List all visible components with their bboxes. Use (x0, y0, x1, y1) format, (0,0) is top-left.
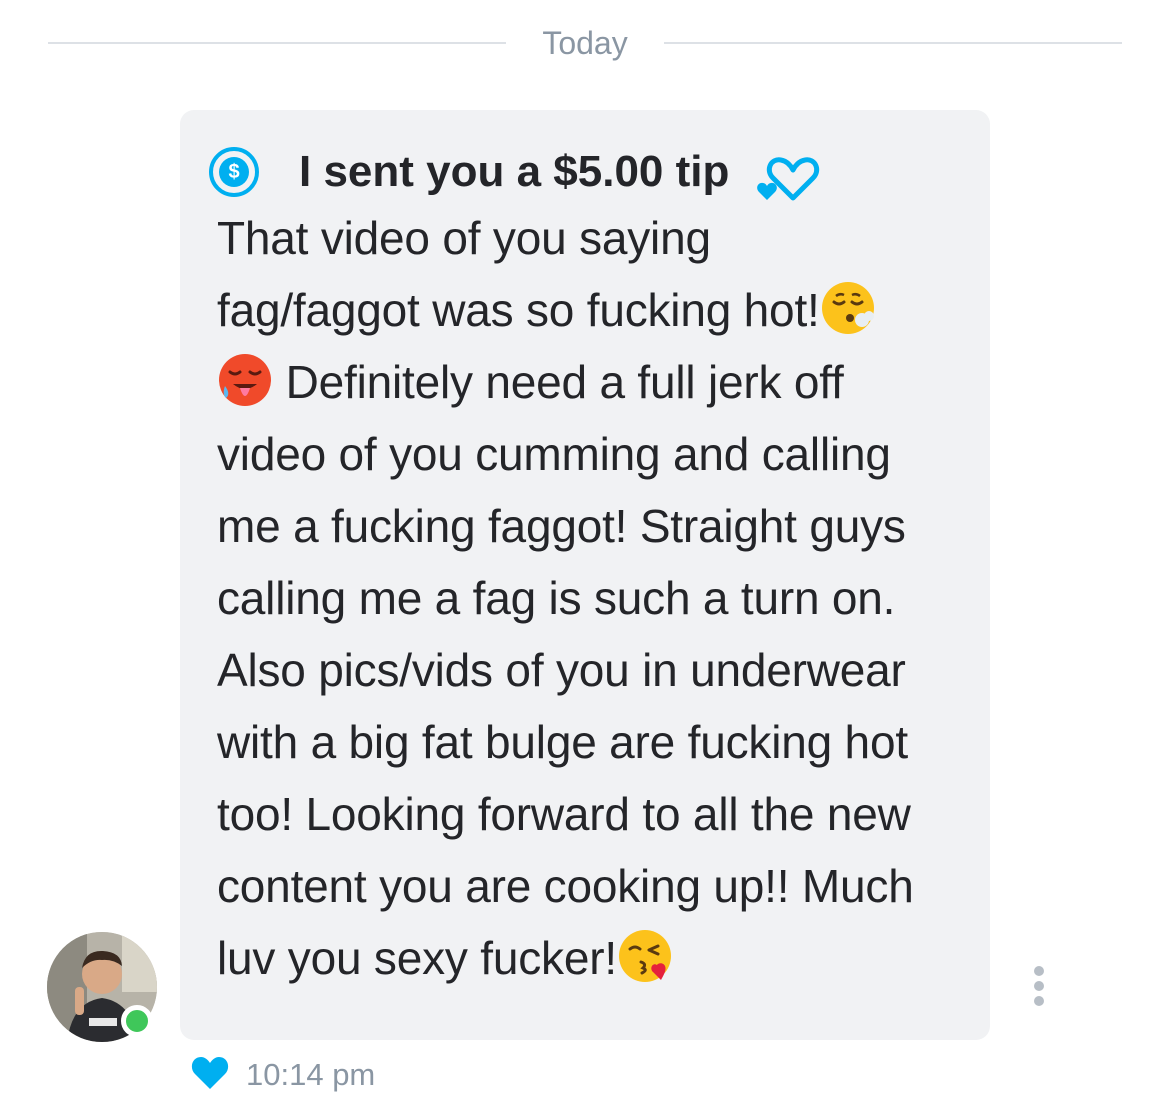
message-line: with a big fat bulge are fucking hot (217, 716, 908, 768)
tip-header: $ I sent you a $5.00 tip (209, 144, 960, 201)
message-line: me a fucking faggot! Straight guys (217, 500, 906, 552)
kissing-face-emoji (618, 930, 671, 982)
hearts-icon (757, 157, 820, 201)
message-time: 10:14 pm (246, 1057, 376, 1092)
date-divider-label: Today (542, 24, 628, 61)
message-line: Definitely need a full jerk off (273, 356, 844, 408)
divider-line-left (48, 42, 507, 44)
divider-line-right (663, 42, 1123, 44)
message-bubble[interactable]: $ I sent you a $5.00 tip That video of y… (180, 110, 990, 1040)
online-status-dot (121, 1005, 153, 1037)
like-heart-icon[interactable] (190, 1055, 230, 1091)
exhaling-face-emoji (821, 282, 874, 334)
hot-face-emoji (219, 354, 271, 406)
dollar-icon: $ (209, 147, 259, 197)
message-text: That video of you saying fag/faggot was … (217, 202, 960, 994)
tip-title: I sent you a $5.00 tip (299, 147, 730, 196)
more-options-icon[interactable] (1024, 966, 1054, 1006)
date-divider: Today (48, 18, 1123, 68)
message-line: content you are cooking up!! Much (217, 860, 914, 912)
message-line: calling me a fag is such a turn on. (217, 572, 896, 624)
message-line: That video of you saying (217, 212, 711, 264)
message-line: too! Looking forward to all the new (217, 788, 911, 840)
message-line: fag/faggot was so fucking hot! (217, 284, 820, 336)
message-line: luv you sexy fucker! (217, 932, 617, 984)
message-line: Also pics/vids of you in underwear (217, 644, 906, 696)
message-line: video of you cumming and calling (217, 428, 891, 480)
